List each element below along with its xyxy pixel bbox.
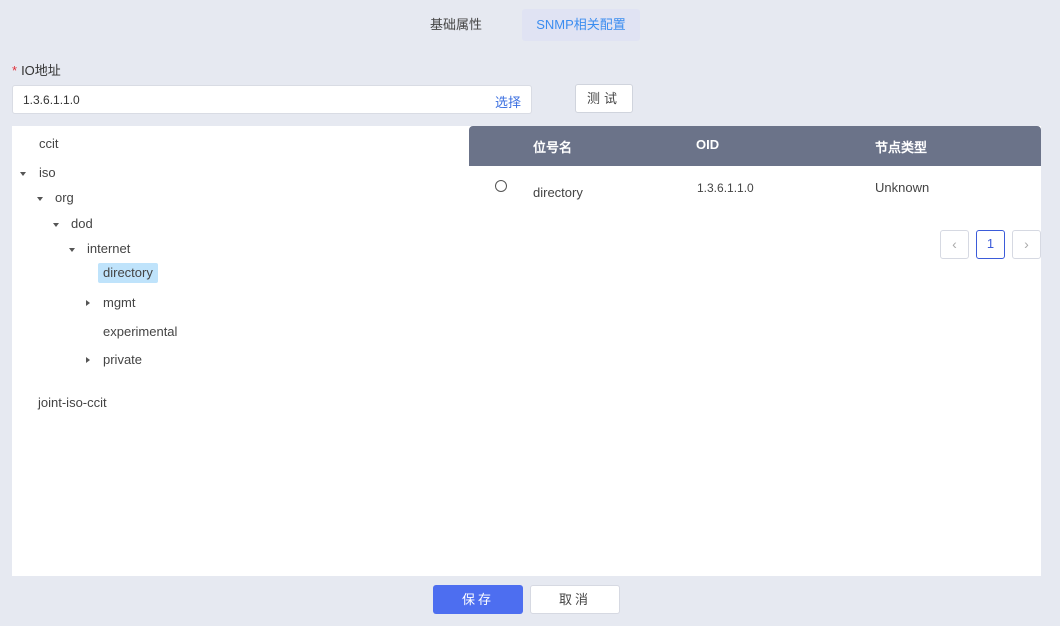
column-header-oid: OID <box>696 137 720 152</box>
io-address-label-text: IO地址 <box>21 63 61 78</box>
io-address-label: * IO地址 <box>12 60 61 79</box>
select-link[interactable]: 选择 <box>495 92 521 111</box>
tree-node-mgmt[interactable]: mgmt <box>103 293 136 313</box>
row-radio[interactable] <box>495 180 507 192</box>
tab-bar: 基础属性 SNMP相关配置 <box>0 5 1060 45</box>
cancel-button[interactable]: 取消 <box>530 585 620 614</box>
tree-node-internet[interactable]: internet <box>87 239 130 259</box>
test-button[interactable]: 测试 <box>575 84 633 113</box>
tab-basic-properties[interactable]: 基础属性 <box>418 9 494 41</box>
expand-caret-icon[interactable] <box>20 172 26 176</box>
io-address-input[interactable] <box>23 91 483 109</box>
next-page-button[interactable]: › <box>1012 230 1041 259</box>
cell-tag-name: directory <box>533 185 583 200</box>
column-header-tag-name: 位号名 <box>533 140 573 155</box>
tree-node-ccit[interactable]: ccit <box>39 134 59 154</box>
prev-page-button[interactable]: ‹ <box>940 230 969 259</box>
collapse-caret-icon[interactable] <box>86 357 90 363</box>
tree-node-joint-iso-ccit[interactable]: joint-iso-ccit <box>38 393 107 413</box>
required-mark: * <box>12 63 18 78</box>
tree-node-iso[interactable]: iso <box>39 163 56 183</box>
tree-node-org[interactable]: org <box>55 188 74 208</box>
tree-node-private[interactable]: private <box>103 350 142 370</box>
column-header-node-type: 节点类型 <box>875 140 928 155</box>
cell-node-type: Unknown <box>875 180 930 195</box>
expand-caret-icon[interactable] <box>53 223 59 227</box>
expand-caret-icon[interactable] <box>69 248 75 252</box>
tree-node-directory[interactable]: directory <box>98 263 158 283</box>
page-number-button[interactable]: 1 <box>976 230 1005 259</box>
io-address-field: 选择 <box>12 85 532 114</box>
save-button[interactable]: 保存 <box>433 585 523 614</box>
chevron-right-icon: › <box>1024 236 1029 252</box>
collapse-caret-icon[interactable] <box>86 300 90 306</box>
table-header: 位号名 OID 节点类型 <box>469 126 1041 166</box>
tree-node-experimental[interactable]: experimental <box>103 322 177 342</box>
tab-snmp-config[interactable]: SNMP相关配置 <box>522 9 640 41</box>
expand-caret-icon[interactable] <box>37 197 43 201</box>
cell-oid: 1.3.6.1.1.0 <box>697 181 754 195</box>
chevron-left-icon: ‹ <box>952 236 957 252</box>
tree-node-dod[interactable]: dod <box>71 214 93 234</box>
